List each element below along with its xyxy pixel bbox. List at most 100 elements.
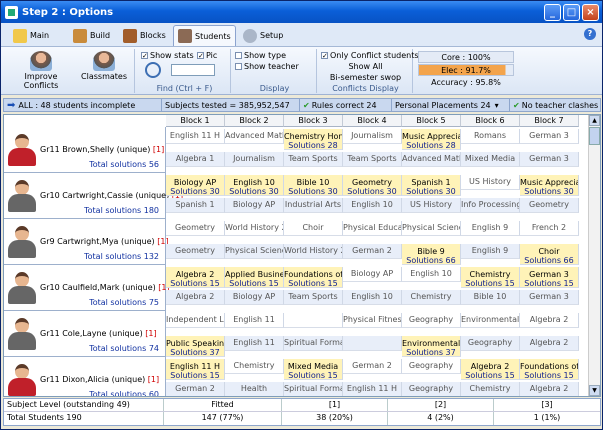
scroll-down-icon[interactable]: ▼	[589, 385, 600, 396]
show-all-button[interactable]: Show All	[319, 62, 412, 71]
option-cell[interactable]: Foundations of FaithSolutions 15	[284, 267, 343, 288]
tab-setup[interactable]: Setup	[239, 25, 287, 46]
option-cell[interactable]: Algebra 2	[520, 336, 579, 351]
teacher-status[interactable]: ✔ No teacher clashes	[510, 99, 600, 111]
block-header[interactable]: Block 2	[225, 115, 284, 127]
tab-students[interactable]: Students	[173, 25, 236, 46]
option-cell[interactable]: English 11	[225, 313, 284, 328]
option-cell[interactable]: World History 2	[225, 221, 284, 236]
student-row-header[interactable]: Gr9 Cartwright,Mya (unique) [1] Total sol…	[4, 219, 169, 265]
option-cell[interactable]: Geometry	[166, 221, 225, 236]
option-cell[interactable]: Foundations of FaithSolutions 15	[520, 359, 579, 380]
option-cell[interactable]: German 2	[343, 359, 402, 374]
option-cell[interactable]: Biology AP	[343, 267, 402, 282]
option-cell[interactable]: Geometry	[520, 198, 579, 213]
find-input[interactable]	[171, 64, 215, 76]
maximize-button[interactable]: □	[563, 4, 580, 21]
option-cell[interactable]: Journalism	[343, 129, 402, 144]
option-cell[interactable]: German 3 Solutions 15	[520, 267, 579, 288]
option-cell[interactable]: Physical Science	[225, 244, 284, 259]
bi-semester-button[interactable]: Bi-semester swop	[319, 73, 412, 82]
only-conflict-checkbox[interactable]: ✓ Only Conflict students	[321, 51, 419, 60]
option-cell[interactable]: Algebra 2 Solutions 15	[166, 267, 225, 288]
option-cell[interactable]: Choir	[284, 221, 343, 236]
option-cell[interactable]: Geometry	[166, 244, 225, 259]
minimize-button[interactable]: _	[544, 4, 561, 21]
option-cell[interactable]: Chemistry	[225, 359, 284, 374]
option-cell[interactable]: Industrial Arts	[284, 198, 343, 213]
option-cell[interactable]: English 10	[343, 198, 402, 213]
option-cell[interactable]: English 9	[461, 221, 520, 236]
option-cell[interactable]: English 10 Solutions 30	[225, 175, 284, 196]
option-cell[interactable]: Journalism	[225, 152, 284, 167]
option-cell[interactable]: English 9	[461, 244, 520, 259]
option-cell[interactable]: Environmental Science	[461, 313, 520, 328]
tab-blocks[interactable]: Blocks	[119, 25, 170, 46]
option-cell[interactable]: German 3	[520, 129, 579, 144]
option-cell[interactable]: Independent Living	[166, 313, 225, 328]
option-cell[interactable]: Advanced Math	[402, 152, 461, 167]
option-cell[interactable]: Bible 10	[461, 290, 520, 305]
option-cell[interactable]	[343, 336, 402, 351]
option-cell[interactable]: Physical Science	[402, 221, 461, 236]
close-button[interactable]: ×	[582, 4, 599, 21]
show-stats-checkbox[interactable]: ✓ Show stats	[141, 51, 194, 60]
option-cell[interactable]: Spanish 1	[166, 198, 225, 213]
option-cell[interactable]: English 11 H	[166, 129, 225, 144]
option-cell[interactable]: English 11 H Solutions 15	[166, 359, 225, 380]
option-cell[interactable]: German 3	[520, 290, 579, 305]
option-cell[interactable]: Team Sports	[284, 290, 343, 305]
option-cell[interactable]: Advanced Math	[225, 129, 284, 144]
option-cell[interactable]: Algebra 2	[520, 313, 579, 328]
option-cell[interactable]: Spiritual Formation	[284, 336, 343, 351]
option-cell[interactable]: Chemistry	[402, 290, 461, 305]
option-cell[interactable]: Public Speaking Solutions 37	[166, 336, 225, 357]
option-cell[interactable]: Bible 10 Solutions 30	[284, 175, 343, 196]
option-cell[interactable]: Chemistry	[461, 382, 520, 396]
option-cell[interactable]: Geography	[402, 382, 461, 396]
option-cell[interactable]: German 2	[166, 382, 225, 396]
help-icon[interactable]: ?	[584, 28, 596, 40]
option-cell[interactable]: Biology AP	[225, 290, 284, 305]
option-cell[interactable]: Geography	[461, 336, 520, 351]
option-cell[interactable]: Music AppreciationSolutions 28	[402, 129, 461, 150]
option-cell[interactable]: Health	[225, 382, 284, 396]
option-cell[interactable]: Chemistry Solutions 15	[461, 267, 520, 288]
option-cell[interactable]: Spiritual Formation	[284, 382, 343, 396]
option-cell[interactable]: Algebra 2	[520, 382, 579, 396]
option-cell[interactable]: Info Processing	[461, 198, 520, 213]
option-cell[interactable]: Mixed Media	[461, 152, 520, 167]
option-cell[interactable]: Team Sports	[284, 152, 343, 167]
option-cell[interactable]: Physical Education	[343, 221, 402, 236]
tab-build[interactable]: Build	[69, 25, 114, 46]
option-cell[interactable]: Mixed Media Solutions 15	[284, 359, 343, 380]
option-cell[interactable]: English 10	[402, 267, 461, 282]
option-cell[interactable]: Physical Fitness	[343, 313, 402, 328]
student-row-header[interactable]: Gr10 Cartwright,Cassie (unique) [1] Total…	[4, 173, 183, 219]
option-cell[interactable]: French 2	[520, 221, 579, 236]
scroll-thumb[interactable]	[589, 127, 600, 145]
option-cell[interactable]: English 11 H	[343, 382, 402, 396]
option-cell[interactable]: US History	[402, 198, 461, 213]
option-cell[interactable]: Geography	[402, 359, 461, 374]
scroll-up-icon[interactable]: ▲	[589, 115, 600, 126]
show-teacher-checkbox[interactable]: Show teacher	[235, 62, 299, 71]
option-cell[interactable]: German 2	[343, 244, 402, 259]
option-cell[interactable]: German 3	[520, 152, 579, 167]
block-header[interactable]: Block 1	[166, 115, 225, 127]
block-header[interactable]: Block 5	[402, 115, 461, 127]
rules-status[interactable]: ✔ Rules correct 24	[300, 99, 392, 111]
option-cell[interactable]: Spanish 1 Solutions 30	[402, 175, 461, 196]
option-cell[interactable]: Geography	[402, 313, 461, 328]
option-cell[interactable]: Biology AP Solutions 30	[166, 175, 225, 196]
option-cell[interactable]: US History	[461, 175, 520, 190]
option-cell[interactable]: English 11	[225, 336, 284, 351]
option-cell[interactable]: Team Sports	[343, 152, 402, 167]
option-cell[interactable]: Geometry Solutions 30	[343, 175, 402, 196]
block-header[interactable]: Block 7	[520, 115, 579, 127]
improve-conflicts-button[interactable]: Improve Conflicts	[9, 51, 73, 90]
option-cell[interactable]: Algebra 2 Solutions 15	[461, 359, 520, 380]
option-cell[interactable]: Applied BusinessSolutions 15	[225, 267, 284, 288]
placements-dropdown[interactable]: Personal Placements 24 ▾	[392, 99, 510, 111]
block-header[interactable]: Block 6	[461, 115, 520, 127]
